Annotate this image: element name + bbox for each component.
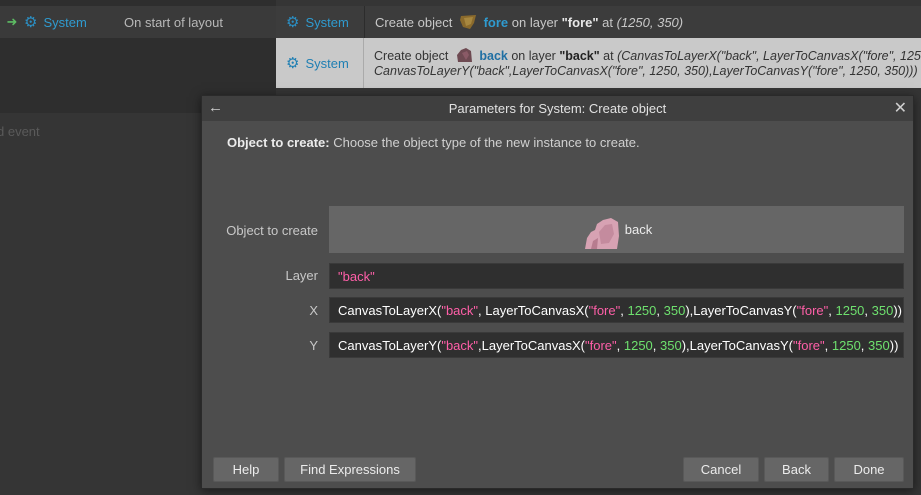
action-text[interactable]: Create object back on layer "back" at (C… (364, 38, 921, 88)
dialog-title: Parameters for System: Create object (448, 101, 667, 116)
plain-token: , (656, 302, 664, 318)
string-token: "fore" (584, 337, 617, 353)
trigger-arrow-icon: ➜ (6, 14, 18, 29)
action-row-selected[interactable]: ⚙ System Create object back on layer "ba… (276, 38, 921, 88)
plain-token: , (620, 302, 628, 318)
action-coords: (1250, 350) (616, 15, 684, 30)
find-expressions-button[interactable]: Find Expressions (284, 457, 416, 482)
action-at: at (602, 15, 613, 30)
action-expr-line2: CanvasToLayerY("back",LayerToCanvasX("fo… (374, 64, 918, 78)
action-at: at (603, 49, 614, 63)
plain-token: , (828, 302, 836, 318)
action-object[interactable]: ⚙ System (276, 38, 365, 88)
action-object[interactable]: ⚙ System (276, 6, 365, 38)
object-picker-button[interactable]: back (329, 206, 904, 253)
number-token: 1250 (831, 337, 861, 353)
system-label: System (305, 55, 349, 71)
description-label: Object to create: (227, 135, 330, 150)
parameter-description: Object to create: Choose the object type… (227, 135, 640, 150)
back-sprite-icon (584, 217, 619, 249)
string-token: "fore" (796, 302, 829, 318)
plain-token: )) (893, 302, 903, 318)
layer-field[interactable]: "back" (329, 263, 904, 289)
plain-token: , (616, 337, 624, 353)
condition-text[interactable]: On start of layout (120, 15, 223, 30)
string-token: "back" (441, 302, 479, 318)
y-label: Y (309, 338, 318, 353)
gear-icon: ⚙ (286, 54, 300, 72)
gear-icon: ⚙ (24, 13, 38, 31)
plain-token: , (864, 302, 872, 318)
action-mid: on layer (511, 49, 556, 63)
string-token: "fore" (793, 337, 825, 353)
string-token: "back" (338, 268, 375, 284)
action-object-name: fore (483, 15, 509, 30)
x-label: X (309, 303, 318, 318)
plain-token: , (860, 337, 869, 353)
event-row-condition[interactable]: ➜ ⚙ System On start of layout (0, 6, 276, 38)
number-token: 350 (663, 302, 686, 318)
number-token: 1250 (623, 337, 653, 353)
plain-token: , (824, 337, 832, 353)
system-label: System (43, 14, 87, 30)
description-text: Choose the object type of the new instan… (333, 135, 640, 150)
layer-label: Layer (285, 268, 318, 283)
number-token: 350 (868, 337, 890, 353)
plain-token: , LayerToCanvasX( (478, 302, 589, 318)
condition-object[interactable]: ⚙ System (24, 15, 120, 30)
action-text[interactable]: Create object fore on layer "fore" at (1… (365, 14, 683, 30)
action-row[interactable]: ⚙ System Create object fore on layer "fo… (276, 6, 921, 38)
plain-token: CanvasToLayerX( (338, 302, 442, 318)
help-button[interactable]: Help (213, 457, 279, 482)
back-arrow-icon[interactable]: ← (208, 99, 223, 116)
system-label: System (305, 14, 349, 30)
object-picker-value: back (624, 222, 653, 237)
back-button[interactable]: Back (764, 457, 829, 482)
add-event-link[interactable]: d event (0, 124, 40, 139)
action-prefix: Create object (374, 49, 449, 63)
plain-token: ,LayerToCanvasX( (478, 337, 585, 353)
plain-token: CanvasToLayerY( (338, 337, 442, 353)
parameters-dialog: ← Parameters for System: Create object ✕… (201, 95, 914, 489)
plain-token: )) (889, 337, 899, 353)
number-token: 350 (660, 337, 682, 353)
cancel-button[interactable]: Cancel (683, 457, 759, 482)
action-mid: on layer (511, 15, 559, 30)
plain-token: ),LayerToCanvasY( (681, 337, 793, 353)
plain-token: ),LayerToCanvasY( (685, 302, 797, 318)
string-token: "fore" (588, 302, 621, 318)
object-to-create-label: Object to create (226, 223, 318, 238)
action-expr-line1: (CanvasToLayerX("back", LayerToCanvasX("… (617, 49, 921, 63)
done-button[interactable]: Done (834, 457, 904, 482)
number-token: 1250 (627, 302, 657, 318)
action-layer: "fore" (561, 15, 599, 30)
gear-icon: ⚙ (286, 13, 300, 31)
number-token: 350 (871, 302, 894, 318)
plain-token: , (652, 337, 661, 353)
fore-sprite-icon (459, 15, 476, 29)
close-icon[interactable]: ✕ (894, 98, 907, 118)
action-layer: "back" (559, 49, 600, 63)
number-token: 1250 (835, 302, 865, 318)
action-prefix: Create object (375, 15, 453, 30)
y-field[interactable]: CanvasToLayerY("back" ,LayerToCanvasX("fo… (329, 332, 904, 358)
action-object-name: back (479, 49, 508, 63)
x-field[interactable]: CanvasToLayerX("back", LayerToCanvasX("f… (329, 297, 904, 323)
string-token: "back" (441, 337, 479, 353)
back-sprite-icon (456, 48, 472, 62)
dialog-title-bar: ← Parameters for System: Create object ✕ (202, 96, 913, 121)
